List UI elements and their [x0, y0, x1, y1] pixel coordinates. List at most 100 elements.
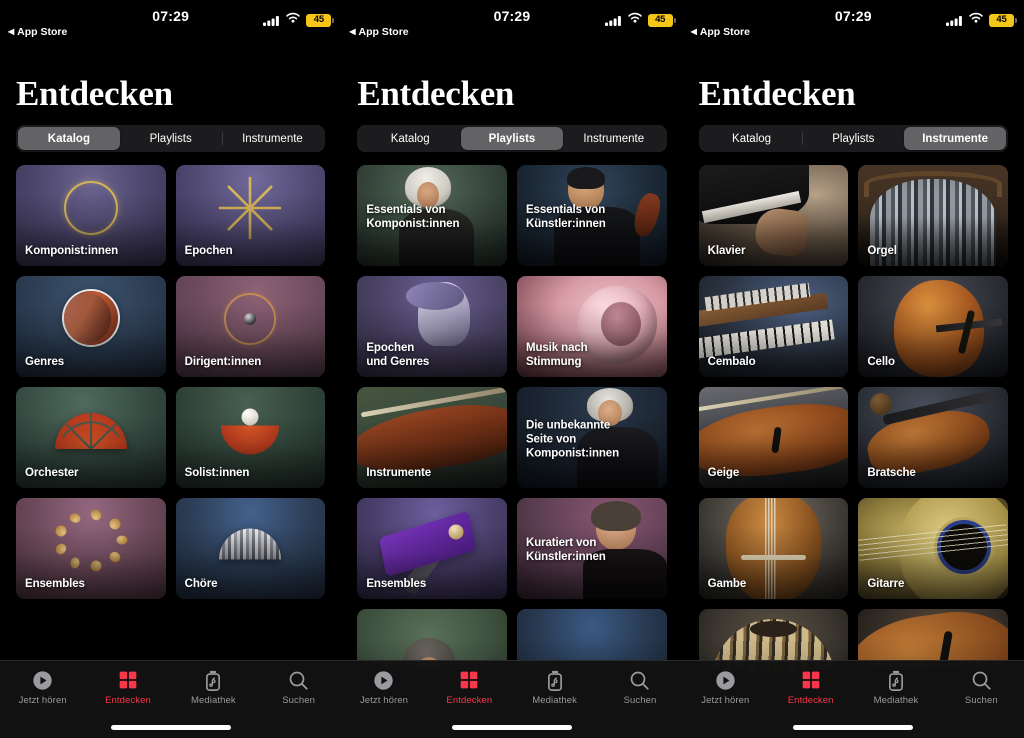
- tab-label: Entdecken: [446, 695, 493, 706]
- discover-card[interactable]: Orchester: [16, 387, 166, 488]
- discover-grid-scroll[interactable]: Klavier Orgel Cembalo Cello Geige Bratsche Gam…: [683, 165, 1024, 670]
- segment-katalog[interactable]: Katalog: [18, 127, 120, 150]
- card-label: Orgel: [867, 244, 897, 257]
- segment-instrumente[interactable]: Instrumente: [563, 127, 665, 150]
- tab-label: Entdecken: [105, 695, 151, 706]
- discover-card[interactable]: Chöre: [175, 498, 326, 599]
- search-icon: [971, 669, 992, 691]
- tab-jetzt-hören[interactable]: Jetzt hören: [341, 669, 426, 738]
- discover-card[interactable]: Komponist:innen: [16, 165, 166, 266]
- segment-playlists[interactable]: Playlists: [461, 127, 563, 150]
- card-label: Instrumente: [366, 466, 432, 479]
- back-to-app-store[interactable]: ◀ App Store: [349, 26, 408, 38]
- card-label: Die unbekannte Seite von Komponist:innen: [525, 418, 620, 460]
- tab-bar: Jetzt hören Entdecken Mediathek Suchen: [682, 660, 1024, 738]
- battery-low-power-icon: 45: [988, 13, 1017, 27]
- card-label: Ensembles: [366, 577, 427, 590]
- card-label: Epochen und Genres: [366, 341, 430, 368]
- tab-jetzt-hören[interactable]: Jetzt hören: [0, 669, 85, 738]
- page-title: Entdecken: [357, 74, 515, 113]
- card-label: Essentials von Komponist:innen: [366, 203, 460, 230]
- discover-grid-scroll[interactable]: Essentials von Komponist:innen Essentials …: [341, 165, 682, 670]
- back-to-app-store[interactable]: ◀ App Store: [691, 26, 750, 38]
- phone-panel-playlists: 07:29 ◀ App Store 45 Entdecken Katalog Playlis…: [341, 0, 683, 738]
- discover-card[interactable]: Gitarre: [858, 498, 1008, 599]
- discover-card[interactable]: Epochen und Genres: [357, 276, 507, 377]
- discover-card[interactable]: Ensembles: [357, 498, 507, 599]
- library-jar-icon: [546, 669, 564, 691]
- back-label: App Store: [358, 26, 409, 38]
- cellular-bars-icon: [604, 15, 622, 26]
- discover-card[interactable]: Musik nach Stimmung: [516, 276, 667, 377]
- segment-playlists[interactable]: Playlists: [120, 127, 222, 150]
- segmented-control[interactable]: Katalog Playlists Instrumente: [357, 125, 667, 152]
- home-indicator[interactable]: [451, 725, 572, 730]
- card-label: Musik nach Stimmung: [525, 341, 588, 368]
- discover-card[interactable]: Die unbekannte Seite von Komponist:innen: [516, 387, 667, 488]
- card-label: Dirigent:innen: [184, 355, 262, 368]
- tab-suchen[interactable]: Suchen: [939, 669, 1024, 738]
- discover-card[interactable]: Instrumente: [357, 387, 507, 488]
- wifi-icon: [627, 11, 643, 29]
- segment-instrumente[interactable]: Instrumente: [904, 127, 1006, 150]
- grid-squares-icon: [801, 669, 821, 691]
- phone-panel-katalog: 07:29 ◀ App Store 45 Entdecken Katalog Playlis…: [0, 0, 342, 738]
- status-bar: 07:29 ◀ App Store 45: [341, 0, 682, 46]
- tab-label: Mediathek: [190, 695, 236, 706]
- card-label: Geige: [707, 466, 740, 479]
- discover-card[interactable]: Geige: [698, 387, 849, 488]
- segment-playlists[interactable]: Playlists: [802, 127, 904, 150]
- back-label: App Store: [699, 26, 750, 38]
- back-to-app-store[interactable]: ◀ App Store: [8, 26, 67, 38]
- card-label: Kuratiert von Künstler:innen: [525, 536, 606, 563]
- segment-instrumente[interactable]: Instrumente: [221, 127, 324, 150]
- home-indicator[interactable]: [793, 725, 914, 730]
- segmented-control[interactable]: Katalog Playlists Instrumente: [698, 125, 1008, 152]
- discover-card[interactable]: Dirigent:innen: [175, 276, 326, 377]
- segment-katalog[interactable]: Katalog: [359, 127, 461, 150]
- discover-card[interactable]: Cembalo: [698, 276, 849, 377]
- discover-card[interactable]: Cello: [858, 276, 1008, 377]
- tab-label: Entdecken: [787, 695, 834, 706]
- card-label: Ensembles: [25, 577, 85, 590]
- phone-panel-instrumente: 07:29 ◀ App Store 45 Entdecken Katalog Playlis…: [682, 0, 1024, 738]
- discover-grid: Essentials von Komponist:innen Essentials …: [357, 165, 667, 670]
- tab-label: Suchen: [964, 695, 998, 706]
- back-label: App Store: [17, 26, 68, 38]
- card-label: Solist:innen: [184, 466, 250, 479]
- discover-card[interactable]: Solist:innen: [175, 387, 326, 488]
- discover-card[interactable]: Essentials von Künstler:innen: [516, 165, 667, 266]
- header: Entdecken Katalog Playlists Instrumente: [683, 46, 1024, 152]
- wifi-icon: [285, 11, 301, 29]
- card-label: Gitarre: [867, 577, 905, 590]
- discover-card[interactable]: Orgel: [858, 165, 1008, 266]
- discover-card[interactable]: Bratsche: [858, 387, 1008, 488]
- discover-card[interactable]: Klavier: [698, 165, 849, 266]
- tab-label: Suchen: [623, 695, 657, 706]
- card-label: Orchester: [25, 466, 79, 479]
- status-indicators: 45: [945, 11, 1017, 29]
- battery-low-power-icon: 45: [306, 13, 335, 27]
- card-label: Bratsche: [867, 466, 916, 479]
- page-title: Entdecken: [698, 74, 856, 113]
- card-label: Komponist:innen: [25, 244, 119, 257]
- tab-suchen[interactable]: Suchen: [256, 669, 341, 738]
- discover-card[interactable]: Essentials von Komponist:innen: [357, 165, 507, 266]
- discover-card[interactable]: Kuratiert von Künstler:innen: [516, 498, 667, 599]
- discover-card[interactable]: Gambe: [698, 498, 849, 599]
- discover-card[interactable]: Ensembles: [16, 498, 166, 599]
- home-indicator[interactable]: [110, 725, 231, 730]
- card-label: Essentials von Künstler:innen: [525, 203, 606, 230]
- tab-jetzt-hören[interactable]: Jetzt hören: [683, 669, 768, 738]
- tab-suchen[interactable]: Suchen: [597, 669, 682, 738]
- segment-katalog[interactable]: Katalog: [701, 127, 803, 150]
- discover-grid-scroll[interactable]: Komponist:innen Epochen Genres Dirigent:inn…: [0, 165, 341, 670]
- card-label: Cello: [867, 355, 895, 368]
- tab-label: Jetzt hören: [18, 695, 67, 706]
- battery-percent: 45: [996, 14, 1007, 26]
- segmented-control[interactable]: Katalog Playlists Instrumente: [16, 125, 326, 152]
- discover-card[interactable]: Epochen: [175, 165, 326, 266]
- discover-card[interactable]: Genres: [16, 276, 166, 377]
- play-circle-icon: [32, 669, 53, 691]
- tab-label: Mediathek: [532, 695, 578, 706]
